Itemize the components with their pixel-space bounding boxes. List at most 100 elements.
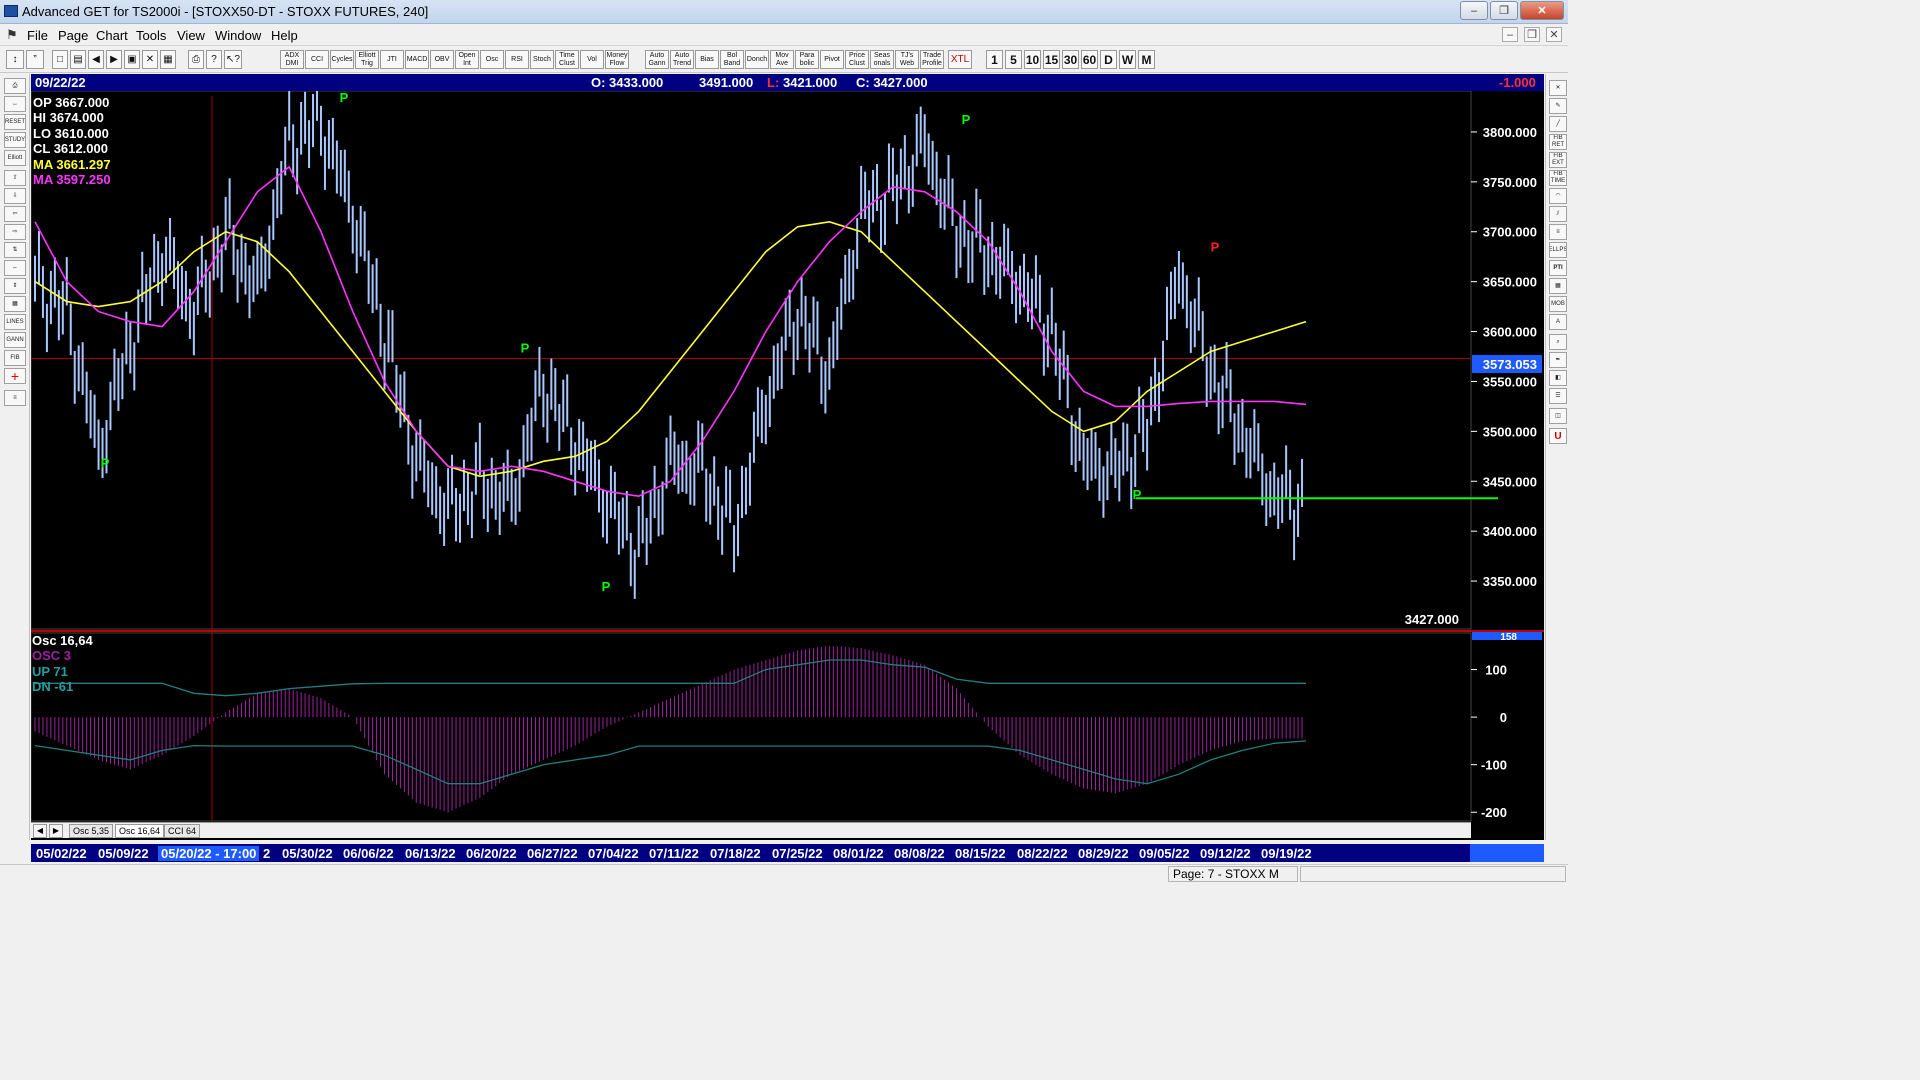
timeframe-5[interactable]: 5 — [1005, 50, 1022, 69]
indicator-elliott-trig[interactable]: Elliott Trig — [355, 50, 379, 69]
open-icon[interactable]: ▤ — [70, 50, 86, 69]
menu-view[interactable]: View — [177, 28, 205, 43]
print-chart-icon[interactable]: ⎙ — [4, 78, 26, 94]
arc-icon[interactable]: ◠ — [1549, 188, 1567, 204]
study-button[interactable]: STUDY — [4, 132, 26, 148]
indicator-stoch[interactable]: Stoch — [530, 50, 554, 69]
tool-tjs-web[interactable]: TJ's Web — [895, 50, 919, 69]
indicator-cci[interactable]: CCI — [305, 50, 329, 69]
copy-icon[interactable]: ▣ — [124, 50, 140, 69]
price-chart[interactable]: P P P P P P P OP 3667.000 HI 3674.000 LO 3610.… — [31, 91, 1544, 840]
list-icon[interactable]: ☰ — [1549, 388, 1567, 404]
paint-icon[interactable]: ✒ — [1549, 352, 1567, 368]
menu-help[interactable]: Help — [271, 28, 298, 43]
mdi-restore-button[interactable]: ❐ — [1524, 27, 1540, 42]
fib-ret-button[interactable]: FIB RET — [1549, 134, 1567, 150]
fib-time-button[interactable]: FIB TIME — [1549, 170, 1567, 186]
tool-bias[interactable]: Bias — [695, 50, 719, 69]
table-icon[interactable]: ▦ — [1549, 278, 1567, 294]
ellipse-button[interactable]: ELLPS — [1549, 242, 1567, 258]
restore-button[interactable]: ❐ — [1490, 1, 1518, 20]
menu-page[interactable]: Page — [58, 28, 88, 43]
tool-trade-profile[interactable]: Trade Profile — [920, 50, 944, 69]
tab-scroll-left[interactable]: ◀ — [33, 824, 47, 838]
timeframe-60[interactable]: 60 — [1081, 50, 1098, 69]
document-icon[interactable]: ⚑ — [6, 28, 20, 42]
grid-icon[interactable]: ▦ — [160, 50, 176, 69]
indicator-jti[interactable]: JTI — [380, 50, 404, 69]
tool-parabolic[interactable]: Para bolic — [795, 50, 819, 69]
scale-icon[interactable]: ⇕ — [4, 278, 26, 294]
help-icon[interactable]: ? — [206, 50, 222, 69]
timeframe-d[interactable]: D — [1100, 50, 1117, 69]
menu-chart[interactable]: Chart — [96, 28, 128, 43]
indicator-cycles[interactable]: Cycles — [330, 50, 354, 69]
lines-button[interactable]: LINES — [4, 314, 26, 330]
compress-icon[interactable]: ⇅ — [4, 242, 26, 258]
new-icon[interactable]: □ — [52, 50, 68, 69]
tool-bol-band[interactable]: Bol Band — [720, 50, 744, 69]
gann-button[interactable]: GANN — [4, 332, 26, 348]
timeframe-30[interactable]: 30 — [1062, 50, 1079, 69]
pencil-icon[interactable]: ✎ — [1549, 98, 1567, 114]
chart-area[interactable]: P P P P P P P OP 3667.000 HI 3674.000 LO 3610.… — [31, 91, 1544, 840]
indicator-rsi[interactable]: RSI — [505, 50, 529, 69]
menu-window[interactable]: Window — [215, 28, 261, 43]
tool-xtl[interactable]: XTL — [948, 50, 972, 69]
arrow-down-icon[interactable]: ⇩ — [4, 188, 26, 204]
indicator-time-clust[interactable]: Time Clust — [555, 50, 579, 69]
mdi-minimize-button[interactable]: – — [1502, 27, 1518, 42]
close-tool-icon[interactable]: ✕ — [1549, 80, 1567, 96]
zoom-icon[interactable]: ↔ — [4, 96, 26, 112]
mob-button[interactable]: MOB — [1549, 296, 1567, 312]
arrow-left-icon[interactable]: ⇦ — [4, 206, 26, 222]
timeframe-1[interactable]: 1 — [986, 50, 1003, 69]
indicator-money-flow[interactable]: Money Flow — [605, 50, 629, 69]
text-tool-icon[interactable]: A — [1549, 314, 1567, 330]
forward-icon[interactable]: ▶ — [106, 50, 122, 69]
quote-icon[interactable]: ” — [26, 50, 44, 69]
overlay-icon[interactable]: ◫ — [1549, 408, 1567, 424]
magnet-icon[interactable]: U — [1549, 428, 1567, 444]
menu-file[interactable]: File — [27, 28, 48, 43]
reset-button[interactable]: RESET — [4, 114, 26, 130]
indicator-open-int[interactable]: Open Int — [455, 50, 479, 69]
indicator-vol[interactable]: Vol — [580, 50, 604, 69]
tab-cci-64[interactable]: CCI 64 — [164, 824, 201, 838]
context-help-icon[interactable]: ↖? — [224, 50, 242, 69]
back-icon[interactable]: ◀ — [88, 50, 104, 69]
tool-donch[interactable]: Donch — [745, 50, 769, 69]
delete-icon[interactable]: ✕ — [142, 50, 158, 69]
tool-seasonals[interactable]: Seas onals — [870, 50, 894, 69]
pointer-icon[interactable]: ↕ — [6, 50, 24, 69]
tool-auto-trend[interactable]: Auto Trend — [670, 50, 694, 69]
arrow-right-icon[interactable]: ⇨ — [4, 224, 26, 240]
grid-tool-icon[interactable]: ▦ — [4, 296, 26, 312]
minimize-button[interactable]: – — [1460, 1, 1488, 20]
expand-icon[interactable]: ⇔ — [4, 260, 26, 276]
timeframe-15[interactable]: 15 — [1043, 50, 1060, 69]
eraser-icon[interactable]: ◧ — [1549, 370, 1567, 386]
timeframe-10[interactable]: 10 — [1024, 50, 1041, 69]
print-icon[interactable]: ⎙ — [188, 50, 204, 69]
fan-icon[interactable]: ⫽ — [1549, 206, 1567, 222]
fib-ext-button[interactable]: FIB EXT — [1549, 152, 1567, 168]
mdi-close-button[interactable]: ✕ — [1546, 27, 1562, 42]
crosshair-icon[interactable]: + — [4, 368, 26, 384]
notes-icon[interactable]: ≡ — [4, 390, 26, 406]
draw-line-icon[interactable]: ╱ — [1549, 116, 1567, 132]
indicator-obv[interactable]: OBV — [430, 50, 454, 69]
timeframe-m[interactable]: M — [1138, 50, 1155, 69]
tool-auto-gann[interactable]: Auto Gann — [645, 50, 669, 69]
timeframe-w[interactable]: W — [1119, 50, 1136, 69]
tab-scroll-right[interactable]: ▶ — [49, 824, 63, 838]
tool-pivot[interactable]: Pivot — [820, 50, 844, 69]
close-button[interactable]: ✕ — [1520, 1, 1564, 20]
channel-icon[interactable]: ≡ — [1549, 224, 1567, 240]
indicator-osc[interactable]: Osc — [480, 50, 504, 69]
magnifier-icon[interactable]: ⌕ — [1549, 334, 1567, 350]
elliott-button[interactable]: Elliott — [4, 150, 26, 166]
arrow-up-icon[interactable]: ⇧ — [4, 170, 26, 186]
tool-price-clust[interactable]: Price Clust — [845, 50, 869, 69]
tab-osc-5-35[interactable]: Osc 5,35 — [69, 824, 114, 838]
